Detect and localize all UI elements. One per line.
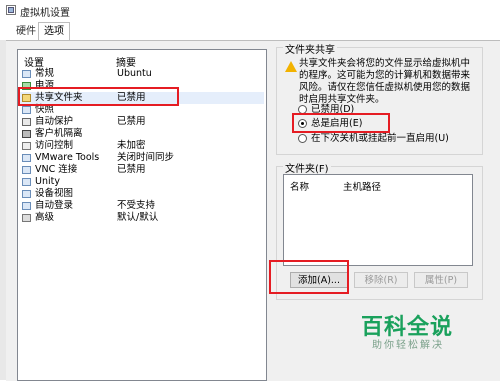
vnc-icon [22,166,31,174]
settings-row-autologin[interactable]: 自动登录 不受支持 [18,200,264,212]
settings-row-summary: 不受支持 [117,200,156,211]
settings-row-summary: 已禁用 [117,164,146,175]
sharing-warning-text: 共享文件夹会将您的文件显示给虚拟机中的程序。这可能为您的计算机和数据带来风险。请… [299,58,471,105]
radio-label: 在下次关机或挂起前一直启用(U) [311,133,449,144]
settings-row-label: 常规 [35,68,55,79]
tab-hardware[interactable]: 硬件 [12,24,40,40]
folder-sharing-title: 文件夹共享 [283,41,337,56]
autologin-icon [22,202,31,210]
unity-icon [22,178,31,186]
device-view-icon [22,190,31,198]
settings-row-label: 设备视图 [35,188,74,199]
title-bar: 虚拟机设置 [0,0,500,22]
highlight-add-button [269,260,349,294]
clock-icon [22,118,31,126]
column-header-setting[interactable]: 设置 [24,54,44,69]
settings-row-general[interactable]: 常规 Ubuntu [18,68,264,80]
settings-row-access-control[interactable]: 访问控制 未加密 [18,140,264,152]
settings-row-label: 高级 [35,212,55,223]
settings-row-label: Unity [35,176,60,187]
window-title: 虚拟机设置 [20,8,70,19]
settings-row-summary: Ubuntu [117,68,152,79]
settings-row-label: VNC 连接 [35,164,78,175]
snapshot-icon [22,106,31,114]
highlight-shared-folders [18,87,179,106]
tab-strip: 硬件 选项 [0,22,500,41]
lock-icon [22,142,31,150]
column-header-summary[interactable]: 摘要 [116,54,136,69]
general-icon [22,70,31,78]
isolation-icon [22,130,31,138]
settings-row-unity[interactable]: Unity [18,176,264,188]
settings-row-label: 自动保护 [35,116,74,127]
vmware-tools-icon [22,154,31,162]
settings-row-label: 自动登录 [35,200,74,211]
settings-row-summary: 关闭时间同步 [117,152,175,163]
vm-app-icon [6,5,16,15]
settings-row-label: 客户机隔离 [35,128,83,139]
folders-table[interactable]: 名称 主机路径 [283,174,473,266]
settings-row-summary: 未加密 [117,140,146,151]
settings-row-label: 访问控制 [35,140,74,151]
settings-row-vmware-tools[interactable]: VMware Tools 关闭时间同步 [18,152,264,164]
tab-options[interactable]: 选项 [38,22,70,41]
highlight-always-enabled [292,113,390,133]
settings-row-guest-isolation[interactable]: 客户机隔离 [18,128,264,140]
advanced-icon [22,214,31,222]
settings-row-label: VMware Tools [35,152,100,163]
remove-folder-button[interactable]: 移除(R) [354,272,408,288]
settings-row-vnc[interactable]: VNC 连接 已禁用 [18,164,264,176]
column-header-host-path[interactable]: 主机路径 [343,179,381,193]
settings-row-appliance-view[interactable]: 设备视图 [18,188,264,200]
folders-title: 文件夹(F) [283,160,331,175]
folder-properties-button[interactable]: 属性(P) [414,272,468,288]
settings-row-autoprotect[interactable]: 自动保护 已禁用 [18,116,264,128]
watermark-slogan: 助你轻松解决 [372,340,444,351]
settings-row-summary: 默认/默认 [117,212,159,223]
column-header-name[interactable]: 名称 [290,179,309,193]
warning-icon [285,61,297,72]
radio-circle[interactable] [298,134,307,143]
settings-row-advanced[interactable]: 高级 默认/默认 [18,212,264,224]
settings-row-summary: 已禁用 [117,116,146,127]
